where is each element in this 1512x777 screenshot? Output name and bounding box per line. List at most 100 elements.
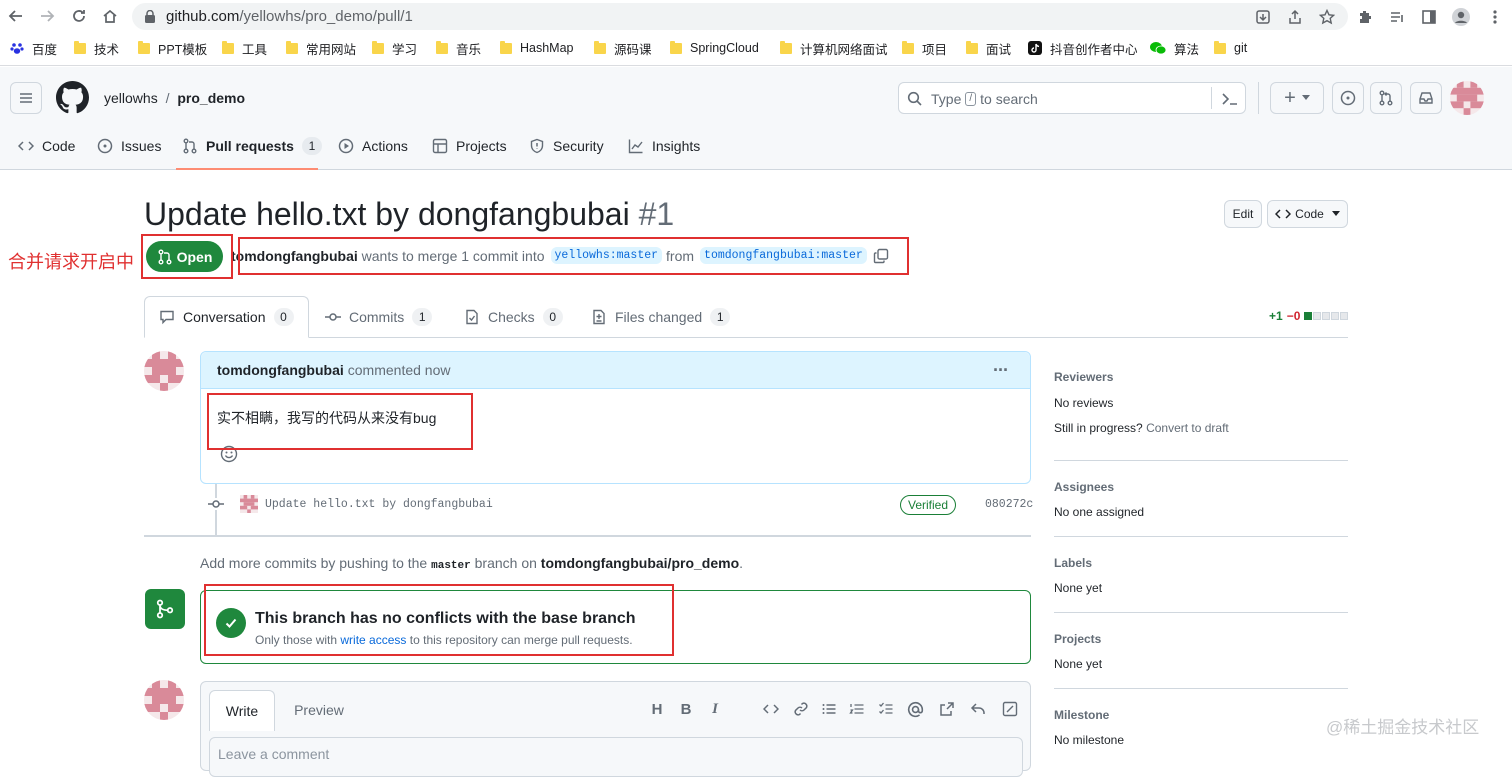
download-icon[interactable] <box>1252 6 1274 28</box>
repo-nav-security[interactable]: Security <box>529 136 604 156</box>
douyin-icon <box>1028 41 1042 55</box>
heading-tool-button[interactable]: H <box>645 699 669 719</box>
convert-to-draft-link[interactable]: Convert to draft <box>1146 421 1229 435</box>
tab-label: Conversation <box>183 309 266 325</box>
pull-request-counter: 1 <box>301 137 322 155</box>
repo-nav-code[interactable]: Code <box>18 136 75 156</box>
tab-files-changed[interactable]: Files changed 1 <box>591 296 731 338</box>
repo-nav-projects[interactable]: Projects <box>432 136 507 156</box>
bookmark-11[interactable]: 项目 <box>902 38 947 58</box>
github-logo-icon[interactable] <box>56 81 89 114</box>
reviewers-heading[interactable]: Reviewers <box>1054 370 1113 384</box>
bookmark-0[interactable]: 百度 <box>10 38 57 58</box>
share-icon[interactable] <box>1284 6 1306 28</box>
repo-nav-label: Issues <box>121 138 162 154</box>
reload-icon[interactable] <box>67 4 91 28</box>
bookmark-4[interactable]: 常用网站 <box>286 38 356 58</box>
bold-tool-button[interactable]: B <box>674 699 698 719</box>
bookmark-14[interactable]: 算法 <box>1150 38 1199 58</box>
link-tool-button[interactable] <box>789 699 813 719</box>
milestone-heading[interactable]: Milestone <box>1054 708 1109 722</box>
repo-nav-issues[interactable]: Issues <box>97 136 161 156</box>
tab-checks[interactable]: Checks 0 <box>464 296 563 338</box>
extensions-icon[interactable] <box>1354 6 1376 28</box>
kebab-menu-icon[interactable]: ··· <box>993 360 1009 381</box>
pull-requests-button[interactable] <box>1370 82 1402 114</box>
breadcrumb-separator: / <box>165 90 170 106</box>
reading-list-icon[interactable] <box>1386 6 1408 28</box>
play-icon <box>338 138 354 154</box>
create-new-button[interactable]: + <box>1270 82 1324 114</box>
bookmark-13[interactable]: 抖音创作者中心 <box>1028 38 1138 58</box>
menu-dots-icon[interactable] <box>1484 6 1506 28</box>
bullet-list-tool-button[interactable] <box>817 699 841 719</box>
edit-title-button[interactable]: Edit <box>1224 200 1262 228</box>
italic-tool-button[interactable]: I <box>703 699 727 719</box>
bookmark-8[interactable]: 源码课 <box>594 38 652 58</box>
plus-icon: + <box>1284 86 1296 109</box>
github-header: yellowhs / pro_demo Type / to search + C… <box>0 67 1512 170</box>
folder-icon <box>966 40 978 54</box>
checklist-icon <box>466 309 478 325</box>
home-icon[interactable] <box>98 4 122 28</box>
code-label: Code <box>1295 207 1324 221</box>
bold-icon: B <box>680 700 692 718</box>
bookmark-12[interactable]: 面试 <box>966 38 1011 58</box>
tab-conversation[interactable]: Conversation 0 <box>144 296 309 338</box>
commit-sha-link[interactable]: 080272c <box>985 498 1033 511</box>
hamburger-menu-button[interactable] <box>10 82 42 114</box>
command-palette-icon[interactable] <box>1221 91 1239 107</box>
bookmark-10[interactable]: 计算机网络面试 <box>780 38 888 58</box>
comment-author-link[interactable]: tomdongfangbubai <box>217 362 344 378</box>
fullscreen-tool-button[interactable] <box>998 699 1022 719</box>
code-dropdown-button[interactable]: Code <box>1267 200 1348 228</box>
projects-heading[interactable]: Projects <box>1054 632 1101 646</box>
issues-button[interactable] <box>1332 82 1364 114</box>
inbox-button[interactable] <box>1410 82 1442 114</box>
code-tool-button[interactable] <box>759 699 783 719</box>
editor-tab-write[interactable]: Write <box>209 690 275 731</box>
reference-tool-button[interactable] <box>935 699 959 719</box>
search-input[interactable]: Type / to search <box>898 82 1246 114</box>
reply-tool-button[interactable] <box>966 699 990 719</box>
labels-heading[interactable]: Labels <box>1054 556 1092 570</box>
timeline-separator <box>144 535 1031 537</box>
comment-textarea[interactable]: Leave a comment <box>209 737 1023 777</box>
comment-author-avatar[interactable] <box>144 351 184 391</box>
back-icon[interactable] <box>4 4 28 28</box>
assignees-heading[interactable]: Assignees <box>1054 480 1114 494</box>
commit-message-link[interactable]: Update hello.txt by dongfangbubai <box>265 498 493 511</box>
bookmark-2[interactable]: PPT模板 <box>138 38 207 58</box>
bookmark-15[interactable]: git <box>1214 38 1247 58</box>
numbered-list-tool-button[interactable] <box>845 699 869 719</box>
folder-icon <box>286 40 298 54</box>
identicon-icon <box>1450 81 1484 115</box>
task-list-tool-button[interactable] <box>874 699 898 719</box>
projects-value: None yet <box>1054 657 1103 671</box>
bookmark-7[interactable]: HashMap <box>500 38 574 58</box>
bookmark-1[interactable]: 技术 <box>74 38 119 58</box>
side-panel-icon[interactable] <box>1418 6 1440 28</box>
profile-icon[interactable] <box>1450 6 1472 28</box>
forward-icon[interactable] <box>35 4 59 28</box>
bookmark-3[interactable]: 工具 <box>222 38 267 58</box>
sidebar-separator <box>1054 688 1348 689</box>
repo-name-link[interactable]: pro_demo <box>177 90 245 106</box>
repo-nav-actions[interactable]: Actions <box>338 136 408 156</box>
mention-tool-button[interactable] <box>903 699 927 719</box>
address-bar[interactable]: github.com/yellowhs/pro_demo/pull/1 <box>132 3 1348 30</box>
bookmark-9[interactable]: SpringCloud <box>670 38 759 58</box>
bookmark-5[interactable]: 学习 <box>372 38 417 58</box>
repo-owner-link[interactable]: yellowhs <box>104 90 158 106</box>
hint-text: Add more commits by pushing to the <box>200 555 428 571</box>
repo-nav-pull-requests[interactable]: Pull requests 1 <box>182 136 322 156</box>
bookmark-star-icon[interactable] <box>1316 6 1338 28</box>
comment-time[interactable]: commented now <box>348 362 451 378</box>
repo-nav-insights[interactable]: Insights <box>628 136 700 156</box>
hamburger-icon <box>20 93 32 103</box>
tab-commits[interactable]: Commits 1 <box>325 296 433 338</box>
verified-badge[interactable]: Verified <box>900 495 957 515</box>
editor-tab-preview[interactable]: Preview <box>283 690 355 730</box>
user-avatar[interactable] <box>1450 81 1484 115</box>
bookmark-6[interactable]: 音乐 <box>436 38 481 58</box>
